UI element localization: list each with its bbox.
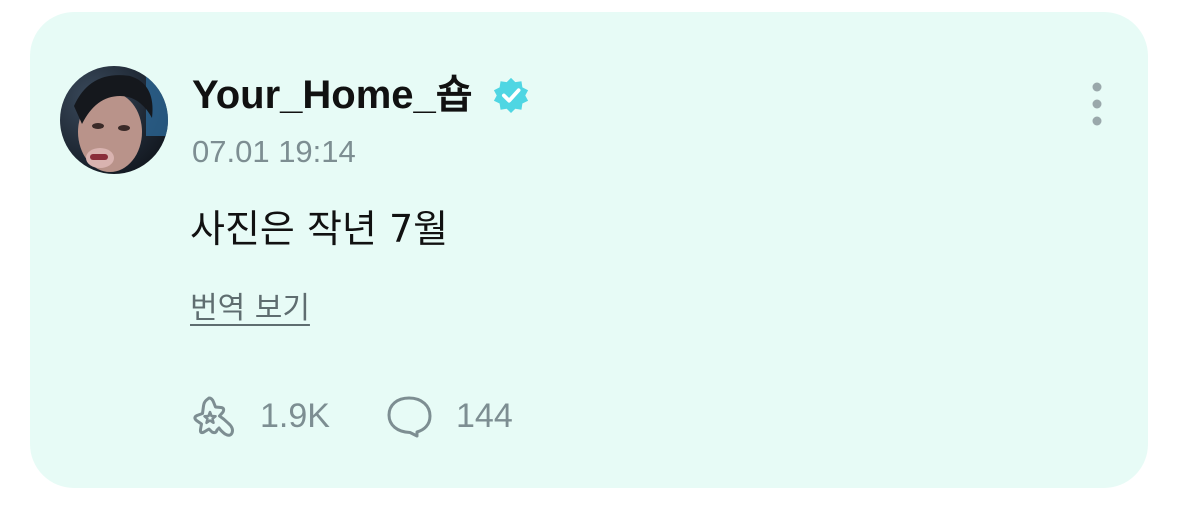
post-text: 사진은 작년 7월 bbox=[190, 207, 449, 251]
username[interactable]: Your_Home_숍 bbox=[192, 72, 473, 118]
avatar-image bbox=[60, 66, 168, 174]
comments-count: 144 bbox=[456, 396, 513, 435]
star-bubble-icon bbox=[193, 396, 234, 437]
likes-count: 1.9K bbox=[260, 396, 330, 435]
like-button[interactable]: 1.9K bbox=[188, 394, 330, 438]
comment-button[interactable]: 144 bbox=[384, 394, 513, 438]
more-vertical-icon[interactable] bbox=[1082, 80, 1112, 130]
avatar[interactable] bbox=[60, 66, 168, 174]
post-timestamp: 07.01 19:14 bbox=[192, 134, 356, 169]
verified-badge-icon bbox=[493, 77, 529, 114]
post-card: Your_Home_숍 07.01 19:14 사진은 작년 7월 번역 보기 … bbox=[30, 12, 1148, 488]
comment-bubble-icon bbox=[387, 396, 432, 438]
translate-link[interactable]: 번역 보기 bbox=[190, 290, 310, 328]
